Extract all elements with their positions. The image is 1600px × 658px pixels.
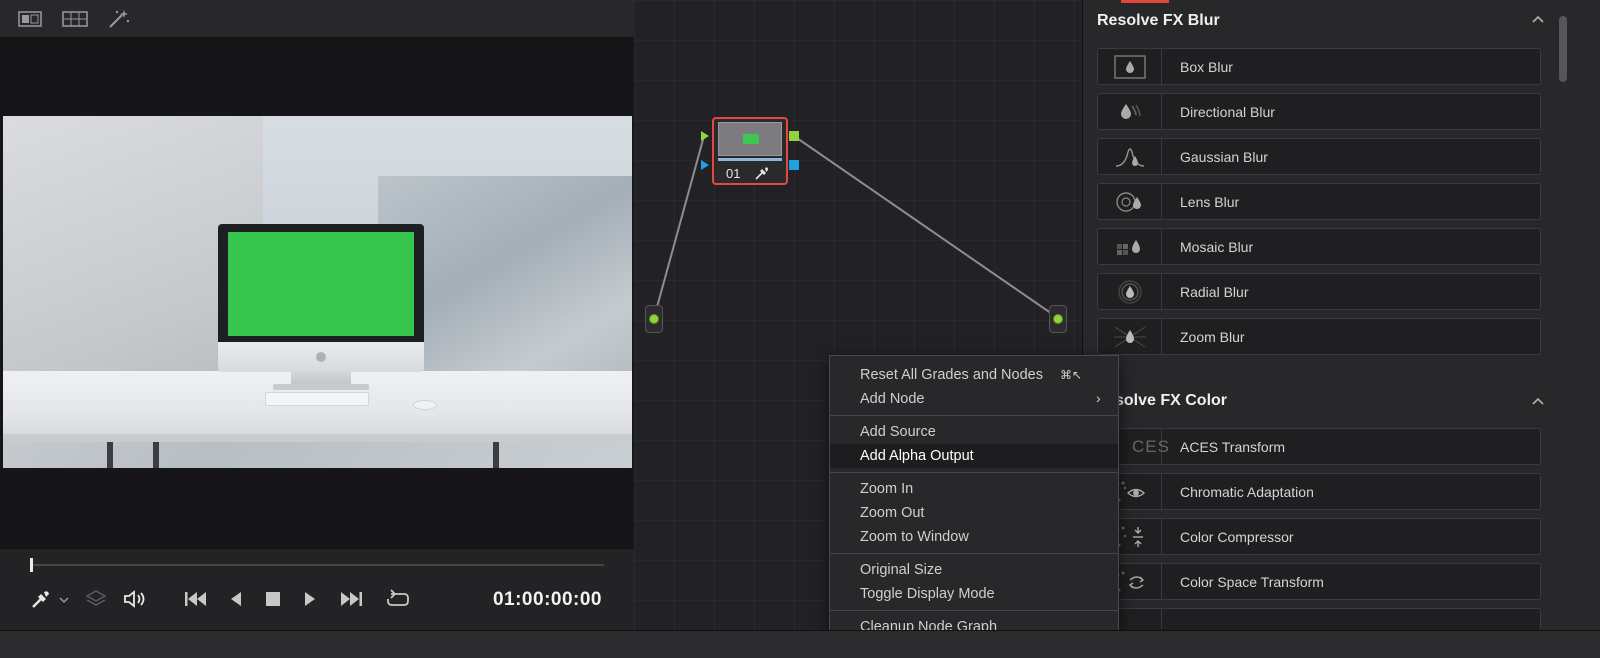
bottom-status-bar bbox=[0, 630, 1600, 658]
fx-item-color-compressor[interactable]: Color Compressor bbox=[1097, 518, 1541, 555]
submenu-arrow-icon: › bbox=[1096, 390, 1101, 406]
menu-item-add-alpha-output[interactable]: Add Alpha Output bbox=[830, 444, 1118, 468]
node-thumbnail bbox=[718, 122, 782, 156]
timecode-display: 01:00:00:00 bbox=[492, 589, 602, 610]
lens-blur-icon bbox=[1098, 184, 1162, 219]
fx-item-zoom-blur[interactable]: Zoom Blur bbox=[1097, 318, 1541, 355]
magic-wand-icon[interactable] bbox=[106, 8, 132, 30]
section-header-color[interactable]: solve FX Color bbox=[1115, 392, 1227, 410]
menu-item-original-size[interactable]: Original Size bbox=[830, 558, 1118, 582]
eyedropper-icon bbox=[755, 167, 768, 180]
directional-blur-icon bbox=[1098, 94, 1162, 129]
zoom-blur-icon bbox=[1098, 319, 1162, 354]
skip-to-end-icon[interactable] bbox=[337, 587, 365, 611]
eyedropper-dropdown[interactable] bbox=[30, 587, 72, 611]
menu-item-toggle-display-mode[interactable]: Toggle Display Mode bbox=[830, 582, 1118, 606]
play-reverse-icon[interactable] bbox=[226, 587, 246, 611]
rgb-input-port[interactable] bbox=[700, 130, 710, 142]
imac-image bbox=[218, 224, 424, 372]
menu-item-reset-all-grades[interactable]: Reset All Grades and Nodes ⌘↖ bbox=[830, 363, 1118, 387]
menu-separator bbox=[830, 472, 1118, 473]
layers-icon[interactable] bbox=[84, 587, 108, 611]
viewer-frame-image bbox=[3, 116, 632, 468]
fx-item-partial[interactable] bbox=[1097, 608, 1541, 630]
key-output-port[interactable] bbox=[789, 160, 799, 170]
collapse-chevron-icon[interactable] bbox=[1531, 14, 1545, 24]
rgb-output-node[interactable] bbox=[1049, 305, 1067, 333]
fx-item-color-space-transform[interactable]: Color Space Transform bbox=[1097, 563, 1541, 600]
node-context-menu: Reset All Grades and Nodes ⌘↖ Add Node ›… bbox=[829, 355, 1119, 645]
playhead[interactable] bbox=[30, 558, 33, 572]
menu-item-zoom-to-window[interactable]: Zoom to Window bbox=[830, 525, 1118, 549]
keyboard-image bbox=[265, 392, 369, 406]
menu-separator bbox=[830, 553, 1118, 554]
gaussian-blur-icon bbox=[1098, 139, 1162, 174]
menu-item-zoom-out[interactable]: Zoom Out bbox=[830, 501, 1118, 525]
compare-view-icon[interactable] bbox=[17, 8, 43, 30]
green-screen bbox=[228, 232, 414, 336]
menu-item-add-source[interactable]: Add Source bbox=[830, 420, 1118, 444]
play-icon[interactable] bbox=[300, 587, 320, 611]
loop-icon[interactable] bbox=[384, 587, 412, 611]
node-label: 01 bbox=[726, 166, 741, 181]
viewer-stage bbox=[0, 38, 634, 548]
source-port[interactable] bbox=[649, 314, 659, 324]
menu-item-zoom-in[interactable]: Zoom In bbox=[830, 477, 1118, 501]
mouse-image bbox=[413, 400, 437, 410]
corrector-node-01[interactable]: 01 bbox=[712, 117, 788, 185]
fx-item-box-blur[interactable]: Box Blur bbox=[1097, 48, 1541, 85]
fx-item-directional-blur[interactable]: Directional Blur bbox=[1097, 93, 1541, 130]
effects-library-panel: Resolve FX Blur Box Blur Directional Blu… bbox=[1082, 0, 1600, 630]
skip-to-start-icon[interactable] bbox=[182, 587, 210, 611]
menu-separator bbox=[830, 610, 1118, 611]
viewer-toolbar bbox=[0, 0, 634, 38]
collapse-chevron-icon[interactable] bbox=[1531, 396, 1545, 406]
volume-icon[interactable] bbox=[122, 587, 148, 611]
viewer-panel: 01:00:00:00 bbox=[0, 0, 634, 630]
box-blur-icon bbox=[1098, 49, 1162, 84]
gallery-grid-icon[interactable] bbox=[62, 8, 88, 30]
active-tab-indicator bbox=[1121, 0, 1169, 3]
fx-item-chromatic-adaptation[interactable]: Chromatic Adaptation bbox=[1097, 473, 1541, 510]
output-port[interactable] bbox=[1053, 314, 1063, 324]
stop-icon[interactable] bbox=[262, 587, 284, 611]
scrub-bar[interactable] bbox=[30, 564, 604, 566]
fx-item-aces-transform[interactable]: CES ACES Transform bbox=[1097, 428, 1541, 465]
source-input-node[interactable] bbox=[645, 305, 663, 333]
transport-controls: 01:00:00:00 bbox=[0, 548, 634, 630]
fx-item-radial-blur[interactable]: Radial Blur bbox=[1097, 273, 1541, 310]
fx-item-gaussian-blur[interactable]: Gaussian Blur bbox=[1097, 138, 1541, 175]
fx-item-lens-blur[interactable]: Lens Blur bbox=[1097, 183, 1541, 220]
key-input-port[interactable] bbox=[700, 159, 710, 171]
radial-blur-icon bbox=[1098, 274, 1162, 309]
effects-scrollbar[interactable] bbox=[1559, 16, 1567, 82]
menu-separator bbox=[830, 415, 1118, 416]
connection-line bbox=[653, 135, 705, 319]
connection-line bbox=[793, 135, 1059, 319]
resolve-color-page: 01:00:00:00 01 Resolve FX Blur Box Blur … bbox=[0, 0, 1600, 658]
menu-item-add-node[interactable]: Add Node › bbox=[830, 387, 1118, 411]
mosaic-blur-icon bbox=[1098, 229, 1162, 264]
shortcut-label: ⌘↖ bbox=[1060, 368, 1083, 382]
rgb-output-port[interactable] bbox=[789, 131, 799, 141]
section-header-blur[interactable]: Resolve FX Blur bbox=[1097, 12, 1220, 30]
fx-item-mosaic-blur[interactable]: Mosaic Blur bbox=[1097, 228, 1541, 265]
